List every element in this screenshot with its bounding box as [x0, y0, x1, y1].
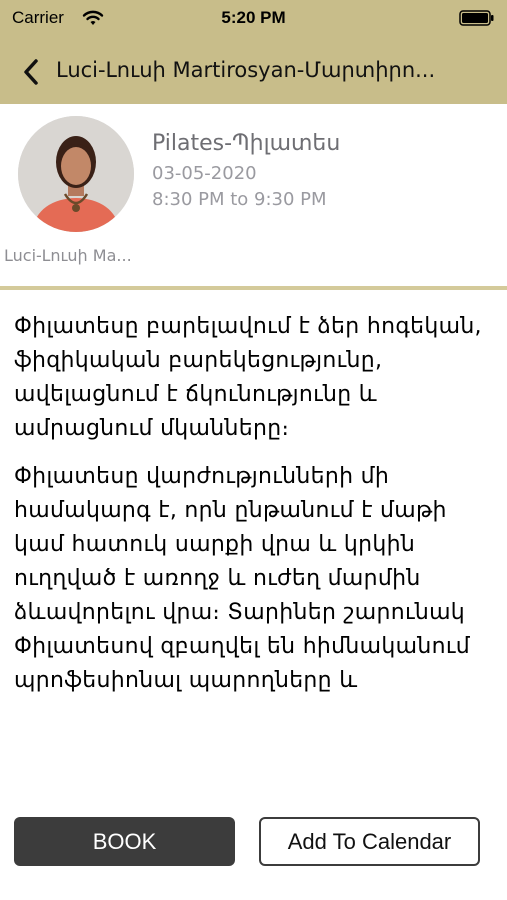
nav-bar: Luci-Լուսի Martirosyan-Մարտիրո...	[0, 38, 507, 104]
clock: 5:20 PM	[221, 8, 286, 27]
avatar	[18, 116, 134, 232]
trainer-photo	[18, 116, 134, 232]
status-bar: Carrier 5:20 PM	[0, 0, 507, 38]
class-date: 03-05-2020	[152, 163, 257, 184]
class-title: Pilates-Պիլատես	[152, 131, 341, 156]
description[interactable]: Փիլատեսը բարելավում է ձեր հոգեկան, ֆիզիկ…	[0, 290, 507, 790]
nav-title: Luci-Լուսի Martirosyan-Մարտիրո...	[56, 58, 436, 82]
battery-icon	[459, 10, 494, 26]
description-paragraph: Փիլատեսը բարելավում է ձեր հոգեկան, ֆիզիկ…	[14, 314, 482, 441]
chevron-left-icon[interactable]	[22, 58, 40, 86]
class-time: 8:30 PM to 9:30 PM	[152, 189, 327, 210]
add-to-calendar-button[interactable]: Add To Calendar	[259, 817, 480, 866]
book-button[interactable]: BOOK	[14, 817, 235, 866]
description-paragraph: Փիլատեսը վարժությունների մի համակարգ է, …	[14, 464, 470, 693]
trainer-name: Luci-Լուսի Ma...	[4, 246, 132, 265]
